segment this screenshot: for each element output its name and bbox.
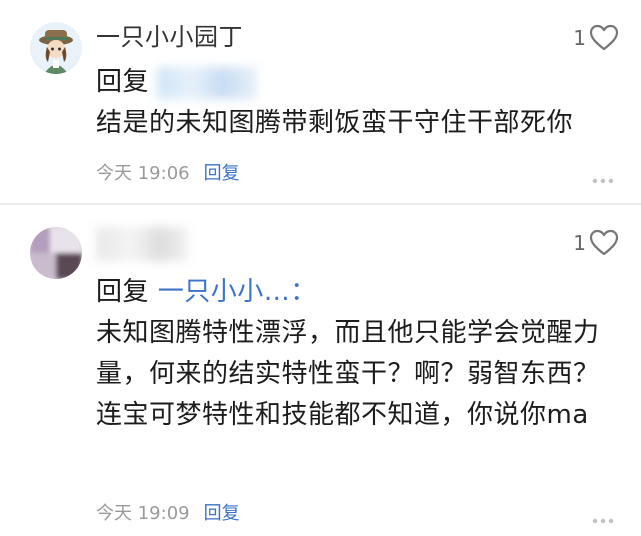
timestamp: 今天 19:09 [96,503,190,524]
comment-text: 未知图腾特性漂浮，而且他只能学会觉醒力量，何来的结实特性蛮干？啊？弱智东西？连宝… [96,318,600,430]
like-button[interactable]: 1 [573,24,619,52]
reply-prefix: 回复 [96,277,150,307]
comment-item: 1 回复 一只小小…： 未知图腾特性漂浮，而且他只能学会觉醒力量，何来的结实特性… [0,205,641,536]
heart-outline-icon[interactable] [589,229,619,257]
comment-body: 回复 结是的未知图腾带剩饭蛮干守住干部死你 [96,62,616,144]
reply-line: 回复 [96,62,616,103]
like-count: 1 [573,26,586,50]
avatar-character-icon [30,22,82,74]
like-count: 1 [573,231,586,255]
username[interactable]: 一只小小园丁 [96,22,243,52]
avatar[interactable] [30,22,82,74]
avatar[interactable] [30,227,82,279]
comment-meta: 今天 19:09 回复 [96,502,240,526]
comment-item: 一只小小园丁 1 回复 结是的未知图腾带剩饭蛮干守住干部死你 今天 19:06 … [0,0,641,205]
blurred-avatar-icon [30,227,82,279]
timestamp: 今天 19:06 [96,163,190,184]
heart-outline-icon[interactable] [589,24,619,52]
more-dots-icon[interactable] [591,170,615,184]
comment-meta: 今天 19:06 回复 [96,162,240,186]
blurred-reply-target[interactable] [157,66,258,99]
reply-button[interactable]: 回复 [204,502,240,526]
reply-prefix: 回复 [96,67,150,97]
blurred-username[interactable] [96,227,188,261]
comment-body: 回复 一只小小…： 未知图腾特性漂浮，而且他只能学会觉醒力量，何来的结实特性蛮干… [96,272,616,436]
reply-target-link[interactable]: 一只小小…： [158,277,317,307]
like-button[interactable]: 1 [573,229,619,257]
reply-button[interactable]: 回复 [204,162,240,186]
more-dots-icon[interactable] [591,510,615,524]
comment-text: 结是的未知图腾带剩饭蛮干守住干部死你 [96,108,574,138]
